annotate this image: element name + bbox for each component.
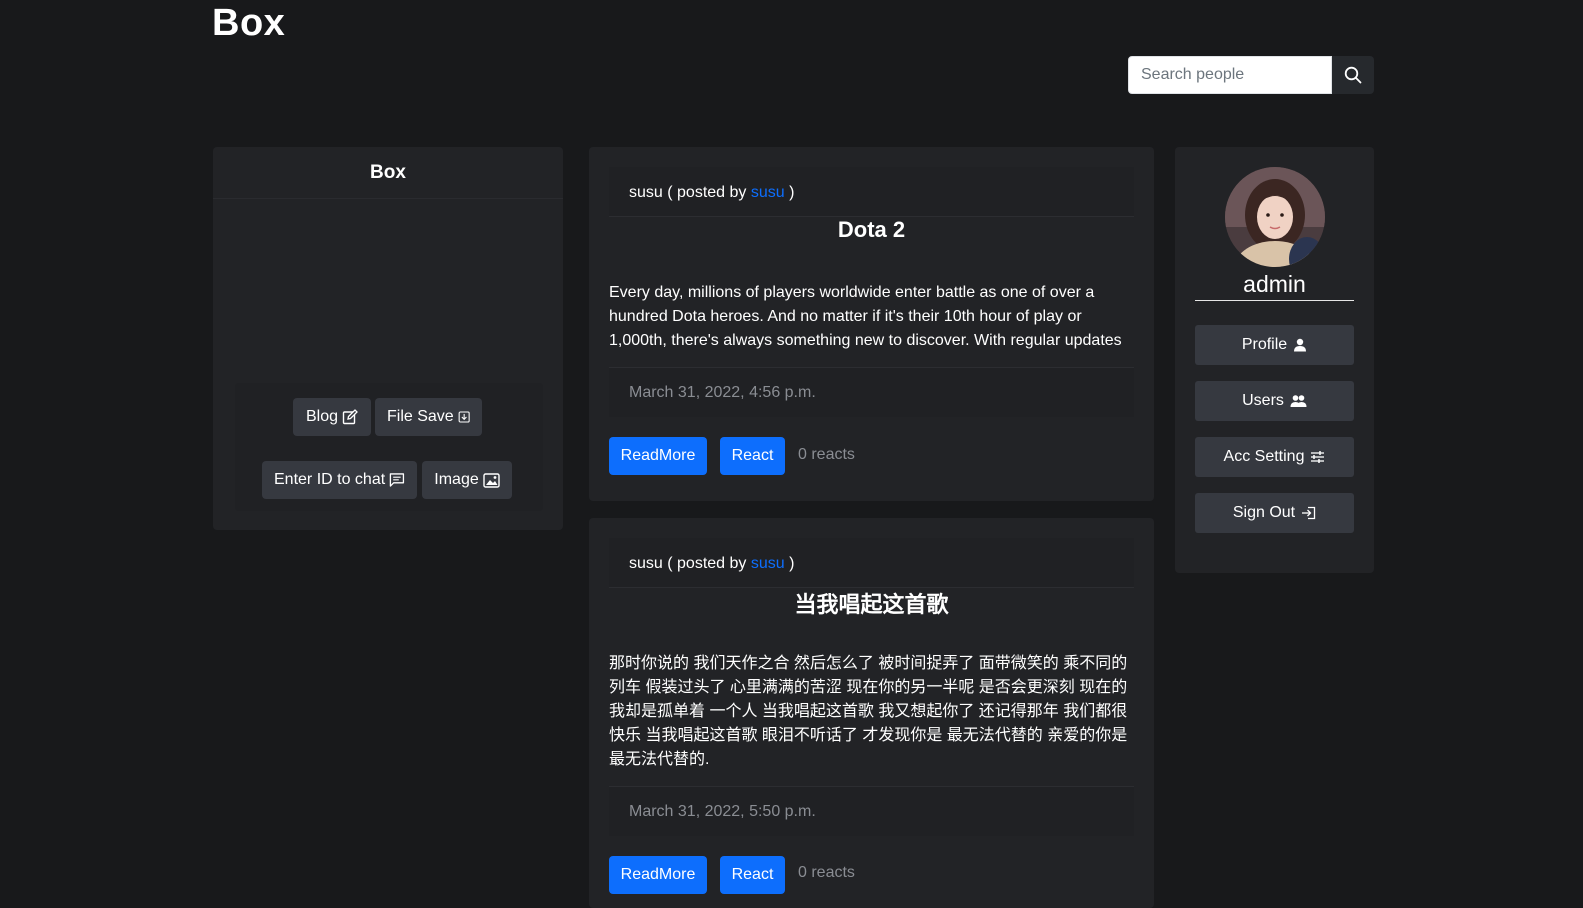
readmore-button[interactable]: ReadMore — [609, 437, 707, 475]
posted-by-link[interactable]: susu — [751, 184, 785, 201]
sign-out-icon — [1302, 506, 1316, 520]
posted-by-link[interactable]: susu — [751, 555, 785, 572]
post-body: 那时你说的 我们天作之合 然后怎么了 被时间捉弄了 面带微笑的 乘不同的列车 假… — [609, 655, 1128, 768]
image-icon — [483, 472, 500, 488]
chat-icon — [389, 473, 405, 487]
search-button[interactable] — [1332, 56, 1374, 94]
avatar-image — [1225, 167, 1325, 267]
search-form — [1128, 56, 1374, 94]
post-author: susu — [629, 184, 663, 201]
sign-out-label: Sign Out — [1232, 504, 1296, 521]
sign-out-button[interactable]: Sign Out — [1195, 493, 1354, 533]
post-date: March 31, 2022, 4:56 p.m. — [609, 367, 1134, 417]
blog-button[interactable]: Blog — [293, 398, 371, 436]
react-count: 0 reacts — [798, 864, 855, 881]
acc-setting-label: Acc Setting — [1223, 448, 1305, 465]
react-button[interactable]: React — [720, 437, 785, 475]
post-title: Dota 2 — [837, 217, 906, 242]
username: admin — [1195, 271, 1354, 301]
person-icon — [1294, 338, 1307, 352]
enter-chat-label: Enter ID to chat — [274, 471, 386, 488]
box-panel: Box Blog File Save Enter ID to chat Imag… — [213, 147, 563, 530]
file-save-label: File Save — [387, 408, 454, 425]
posted-by-prefix: ( posted by — [667, 184, 747, 201]
file-save-button[interactable]: File Save — [375, 398, 482, 436]
sliders-icon — [1311, 451, 1325, 463]
acc-setting-button[interactable]: Acc Setting — [1195, 437, 1354, 477]
box-panel-title: Box — [213, 147, 563, 199]
avatar — [1225, 167, 1325, 267]
users-button[interactable]: Users — [1195, 381, 1354, 421]
post-body: Every day, millions of players worldwide… — [609, 284, 1122, 373]
enter-chat-button[interactable]: Enter ID to chat — [262, 461, 417, 499]
box-tools: Blog File Save Enter ID to chat Image — [235, 383, 543, 511]
react-button[interactable]: React — [720, 856, 785, 894]
posted-by-suffix: ) — [789, 184, 795, 201]
people-icon — [1290, 395, 1307, 407]
profile-button[interactable]: Profile — [1195, 325, 1354, 365]
posted-by-suffix: ) — [789, 555, 795, 572]
post-date: March 31, 2022, 5:50 p.m. — [609, 786, 1134, 836]
post-author: susu — [629, 555, 663, 572]
search-input[interactable] — [1128, 56, 1332, 94]
users-label: Users — [1242, 392, 1284, 409]
post-title: 当我唱起这首歌 — [794, 592, 949, 617]
profile-label: Profile — [1241, 336, 1288, 353]
blog-label: Blog — [305, 408, 339, 425]
posted-by-prefix: ( posted by — [667, 555, 747, 572]
search-icon — [1344, 66, 1362, 84]
post-header: susu ( posted by susu ) — [609, 538, 1134, 588]
image-button[interactable]: Image — [422, 461, 512, 499]
post-card: susu ( posted by susu ) Dota 2 Every day… — [589, 147, 1154, 501]
image-label: Image — [434, 471, 479, 488]
edit-icon — [342, 409, 358, 425]
profile-panel: admin Profile Users Acc Setting Sign Out — [1175, 147, 1374, 573]
download-icon — [458, 411, 470, 423]
post-card: susu ( posted by susu ) 当我唱起这首歌 那时你说的 我们… — [589, 518, 1154, 908]
readmore-button[interactable]: ReadMore — [609, 856, 707, 894]
brand-title[interactable]: Box — [212, 2, 285, 45]
react-count: 0 reacts — [798, 446, 855, 463]
post-header: susu ( posted by susu ) — [609, 167, 1134, 217]
